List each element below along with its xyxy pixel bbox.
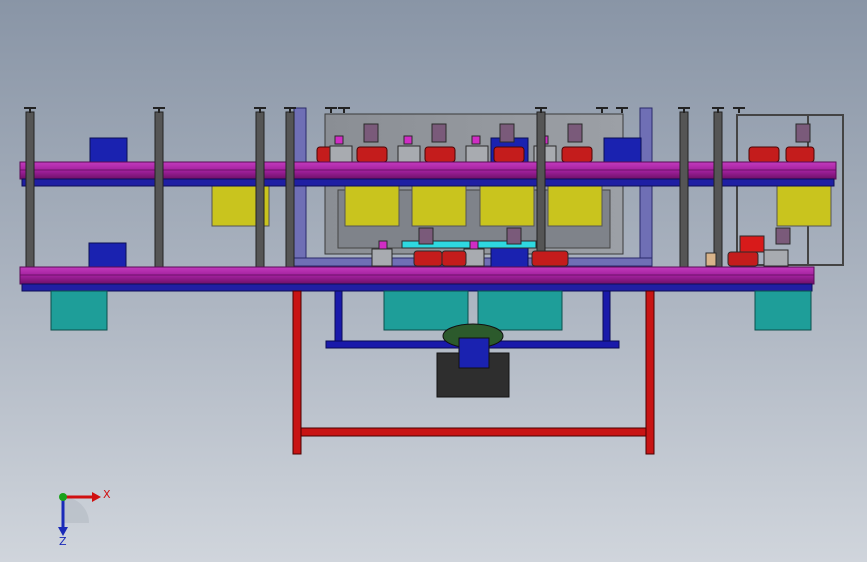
gearmotor-assembly	[436, 323, 510, 398]
teal-boxes	[50, 290, 812, 331]
axis-x-label: X	[103, 488, 111, 501]
xyz-axis-triad-icon: X Z	[58, 488, 111, 548]
lower-conveyor	[19, 266, 815, 292]
cad-viewport[interactable]: X Z	[0, 0, 867, 562]
post-caps	[24, 107, 745, 113]
axis-z-label: Z	[59, 535, 67, 548]
cad-model: X Z	[19, 107, 844, 548]
